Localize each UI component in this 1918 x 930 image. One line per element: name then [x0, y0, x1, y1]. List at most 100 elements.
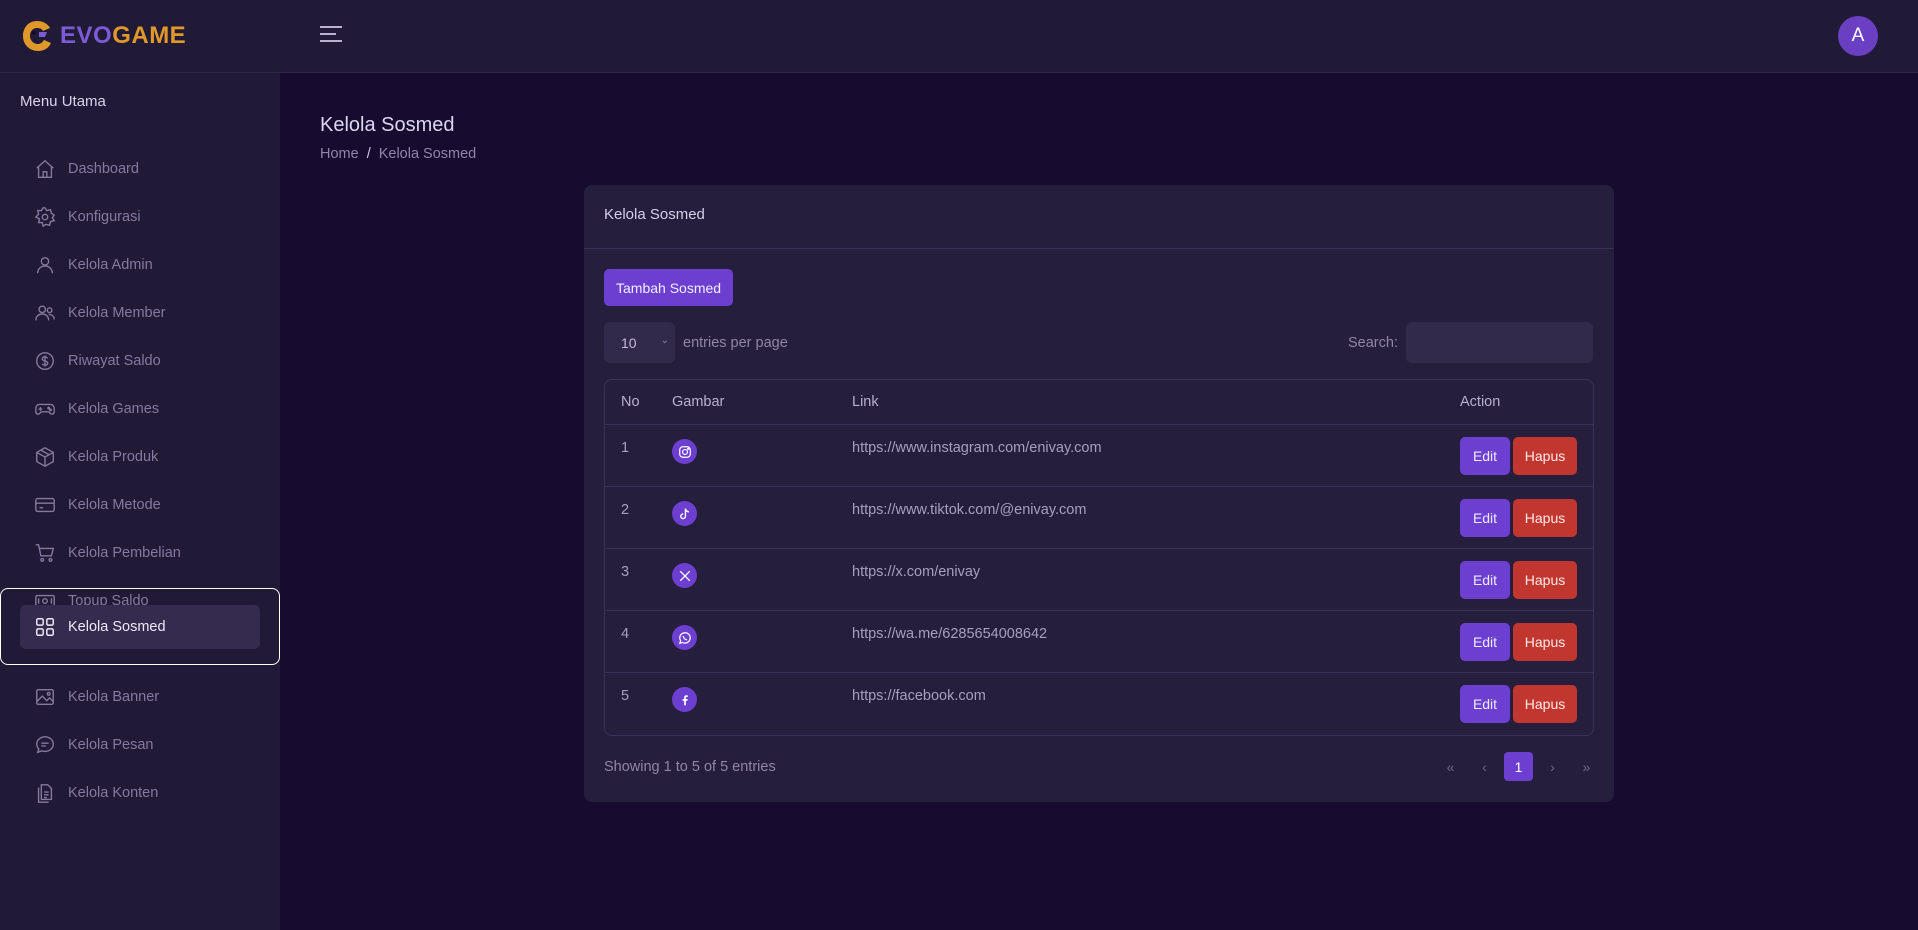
sosmed-card: Kelola Sosmed Tambah Sosmed 10 ⌄ entries… — [584, 185, 1614, 802]
sidebar-item-kelola-admin[interactable]: Kelola Admin — [20, 243, 260, 287]
delete-button[interactable]: Hapus — [1513, 561, 1577, 599]
dragon-logo-icon — [23, 21, 51, 51]
sidebar-heading: Menu Utama — [20, 93, 106, 110]
chat-icon — [36, 736, 54, 754]
first-page-button[interactable]: « — [1436, 752, 1465, 781]
table-row: 5 https://facebook.com Edit Hapus — [605, 673, 1593, 735]
avatar[interactable]: A — [1838, 16, 1878, 56]
column-header-link[interactable]: Link — [852, 394, 879, 410]
column-header-no[interactable]: No — [621, 394, 640, 410]
table-row: 3 https://x.com/enivay Edit Hapus — [605, 549, 1593, 611]
sidebar-item-kelola-produk[interactable]: Kelola Produk — [20, 435, 260, 479]
current-page-button[interactable]: 1 — [1504, 752, 1533, 781]
sidebar-item-label: Kelola Pembelian — [68, 545, 181, 561]
user-icon — [36, 256, 54, 274]
edit-button[interactable]: Edit — [1460, 499, 1510, 537]
document-icon — [37, 784, 53, 803]
edit-button[interactable]: Edit — [1460, 437, 1510, 475]
page-title: Kelola Sosmed — [320, 114, 455, 136]
sidebar-item-riwayat-saldo[interactable]: Riwayat Saldo — [20, 339, 260, 383]
table-row: 2 https://www.tiktok.com/@enivay.com Edi… — [605, 487, 1593, 549]
search-box: Search: — [1348, 322, 1593, 363]
sidebar-item-dashboard[interactable]: Dashboard — [20, 147, 260, 191]
cart-icon — [35, 544, 55, 562]
table-row: 4 https://wa.me/6285654008642 Edit Hapus — [605, 611, 1593, 673]
delete-button[interactable]: Hapus — [1513, 499, 1577, 537]
column-header-action[interactable]: Action — [1460, 394, 1500, 410]
sidebar-item-label: Kelola Metode — [68, 497, 161, 513]
edit-button[interactable]: Edit — [1460, 685, 1510, 723]
delete-button[interactable]: Hapus — [1513, 437, 1577, 475]
table-info: Showing 1 to 5 of 5 entries — [604, 759, 776, 775]
image-icon — [36, 688, 54, 706]
users-icon — [35, 305, 55, 321]
facebook-icon — [672, 687, 697, 712]
sidebar-item-kelola-pembelian[interactable]: Kelola Pembelian — [20, 531, 260, 575]
sidebar-item-label: Kelola Pesan — [68, 737, 154, 753]
row-link: https://wa.me/6285654008642 — [852, 626, 1048, 642]
sidebar-item-konfigurasi[interactable]: Konfigurasi — [20, 195, 260, 239]
gamepad-icon — [35, 403, 55, 415]
sidebar-item-label: Kelola Games — [68, 401, 160, 417]
sidebar-item-kelola-konten[interactable]: Kelola Konten — [20, 771, 260, 815]
menu-toggle-icon[interactable] — [320, 26, 342, 46]
gear-icon — [34, 207, 56, 228]
table-row: 1 https://www.instagram.com/enivay.com E… — [605, 425, 1593, 487]
row-number: 2 — [621, 502, 630, 518]
sidebar-item-label: Kelola Konten — [68, 785, 159, 801]
delete-button[interactable]: Hapus — [1513, 685, 1577, 723]
row-link: https://facebook.com — [852, 688, 986, 704]
entries-label: entries per page — [683, 334, 788, 351]
top-bar: EVOGAME A — [0, 0, 1918, 73]
last-page-button[interactable]: » — [1572, 752, 1601, 781]
home-icon — [36, 159, 54, 178]
add-sosmed-button[interactable]: Tambah Sosmed — [604, 269, 734, 306]
sidebar: Menu Utama Dashboard Konfigurasi Kelola … — [0, 73, 280, 930]
credit-card-icon — [35, 497, 55, 513]
edit-button[interactable]: Edit — [1460, 561, 1510, 599]
sidebar-item-kelola-metode[interactable]: Kelola Metode — [20, 483, 260, 527]
sosmed-table: No Gambar Link Action 1 https://www.inst… — [604, 379, 1594, 736]
grid-icon — [36, 618, 54, 636]
edit-button[interactable]: Edit — [1460, 623, 1510, 661]
previous-page-button[interactable]: ‹ — [1470, 752, 1499, 781]
row-link: https://www.instagram.com/enivay.com — [852, 440, 1102, 456]
sidebar-item-kelola-member[interactable]: Kelola Member — [20, 291, 260, 335]
row-number: 1 — [621, 440, 630, 456]
sidebar-item-kelola-banner[interactable]: Kelola Banner — [20, 675, 260, 719]
sidebar-item-label: Kelola Banner — [68, 689, 160, 705]
sidebar-item-label: Kelola Produk — [68, 449, 159, 465]
breadcrumb-separator: / — [366, 146, 371, 162]
sidebar-item-kelola-sosmed[interactable]: Kelola Sosmed — [20, 605, 260, 649]
column-header-gambar[interactable]: Gambar — [672, 394, 724, 410]
brand-name: EVOGAME — [60, 22, 187, 49]
sidebar-item-kelola-pesan[interactable]: Kelola Pesan — [20, 723, 260, 767]
sidebar-item-label: Konfigurasi — [68, 209, 141, 225]
breadcrumb-home-link[interactable]: Home — [320, 146, 359, 162]
next-page-button[interactable]: › — [1538, 752, 1567, 781]
table-header: No Gambar Link Action — [605, 380, 1593, 425]
search-label: Search: — [1348, 334, 1398, 351]
search-input[interactable] — [1405, 322, 1593, 363]
breadcrumb: Home / Kelola Sosmed — [320, 146, 476, 162]
dollar-circle-icon — [36, 352, 54, 370]
delete-button[interactable]: Hapus — [1513, 623, 1577, 661]
sidebar-item-kelola-games[interactable]: Kelola Games — [20, 387, 260, 431]
instagram-icon — [672, 439, 697, 464]
tiktok-icon — [672, 501, 697, 526]
sidebar-item-label: Riwayat Saldo — [68, 353, 161, 369]
row-link: https://www.tiktok.com/@enivay.com — [852, 502, 1087, 518]
sidebar-item-label: Kelola Sosmed — [68, 619, 166, 635]
breadcrumb-current: Kelola Sosmed — [378, 146, 477, 162]
row-number: 3 — [621, 564, 630, 580]
sidebar-item-label: Kelola Member — [68, 305, 166, 321]
entries-per-page: 10 ⌄ entries per page — [604, 322, 788, 363]
row-number: 5 — [621, 688, 630, 704]
pagination: « ‹ 1 › » — [1436, 752, 1601, 781]
row-number: 4 — [621, 626, 630, 642]
x-twitter-icon — [672, 563, 697, 588]
entries-select[interactable]: 10 ⌄ — [604, 322, 675, 363]
sidebar-item-label: Kelola Admin — [68, 257, 153, 273]
chevron-down-icon: ⌄ — [660, 335, 669, 346]
brand-logo[interactable]: EVOGAME — [20, 18, 186, 54]
